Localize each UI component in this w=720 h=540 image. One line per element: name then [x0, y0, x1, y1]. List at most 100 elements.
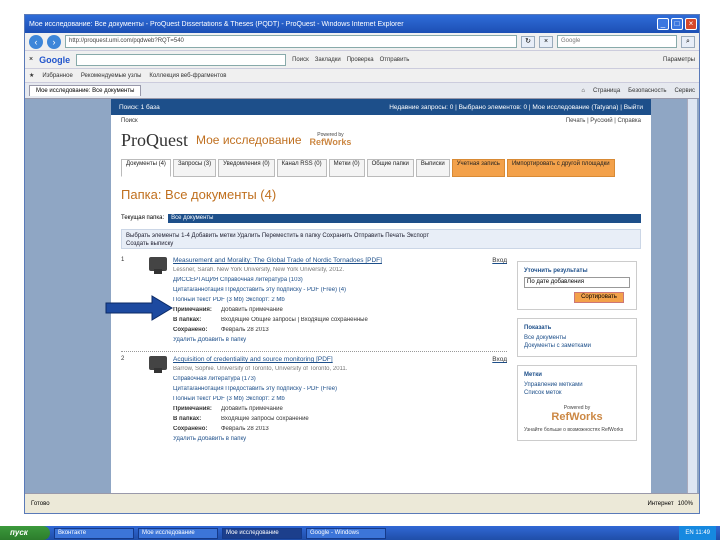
- action-links[interactable]: Выбрать элементы 1-4 Добавить метки Удал…: [126, 232, 636, 240]
- create-extract-link[interactable]: Создать выписку: [126, 240, 636, 248]
- favorites-star-icon[interactable]: ★: [29, 72, 34, 79]
- tab-shared[interactable]: Общие папки: [366, 159, 414, 177]
- add-folder-link[interactable]: Добавить в папку: [198, 436, 247, 442]
- browser-search-input[interactable]: Google: [557, 35, 677, 48]
- google-item-settings[interactable]: Параметры: [663, 57, 695, 63]
- item-inbox[interactable]: Вход: [492, 257, 507, 267]
- top-nav: Поиск: 1 база Недавние запросы: 0 | Выбр…: [111, 99, 651, 115]
- menu-page[interactable]: Страница: [593, 88, 620, 94]
- google-item-search[interactable]: Поиск: [292, 57, 309, 63]
- tags-box: Метки Управление метками Список меток Po…: [517, 365, 637, 441]
- item-title[interactable]: Measurement and Morality: The Global Tra…: [173, 257, 382, 267]
- proquest-logo: ProQuest: [121, 129, 188, 150]
- sidebar-link[interactable]: Список меток: [524, 389, 630, 397]
- favorite-item[interactable]: Коллекция веб-фрагментов: [149, 73, 226, 79]
- sort-box: Уточнить результаты По дате добавления С…: [517, 261, 637, 310]
- home-icon[interactable]: ⌂: [581, 88, 585, 94]
- google-item-bookmarks[interactable]: Закладки: [315, 57, 341, 63]
- window-title: Мое исследование: Все документы - ProQue…: [29, 20, 404, 28]
- tab-queries[interactable]: Запросы (3): [172, 159, 217, 177]
- sidebar-link[interactable]: Документы с заметками: [524, 342, 630, 350]
- add-note-link[interactable]: Добавить примечание: [221, 307, 283, 317]
- back-icon[interactable]: ‹: [29, 34, 43, 49]
- folder-label: Текущая папка:: [121, 215, 165, 221]
- zoom-level[interactable]: 100%: [678, 501, 693, 507]
- sort-button[interactable]: Сортировать: [574, 292, 624, 303]
- folder-select[interactable]: Все документы: [168, 213, 641, 223]
- start-button[interactable]: пуск: [0, 526, 50, 540]
- scrollbar[interactable]: [687, 99, 697, 493]
- task-button[interactable]: Google - Windows: [306, 527, 386, 539]
- tab-tags[interactable]: Метки (0): [328, 159, 365, 177]
- task-button[interactable]: Мое исследование: [222, 527, 302, 539]
- item-fulltext[interactable]: Полный текст PDF (3 Mb) Экспорт: 2 Mb: [173, 297, 507, 307]
- google-search-input[interactable]: [76, 53, 287, 66]
- taskbar: пуск Вконтакте Мое исследование Мое иссл…: [0, 526, 720, 540]
- action-bar: Выбрать элементы 1-4 Добавить метки Удал…: [121, 229, 641, 249]
- menu-tools[interactable]: Сервис: [674, 88, 695, 94]
- search-db-link[interactable]: Поиск: 1 база: [119, 104, 160, 111]
- dissertation-cap-icon: [149, 257, 167, 274]
- item-title[interactable]: Acquisition of credentiality and source …: [173, 356, 333, 366]
- dissertation-cap-icon: [149, 356, 167, 373]
- tab-extracts[interactable]: Выписки: [415, 159, 450, 177]
- close-toolbar-icon[interactable]: ×: [29, 56, 33, 63]
- help-links[interactable]: Печать | Русский | Справка: [566, 118, 641, 124]
- sidebar-link[interactable]: Все документы: [524, 334, 630, 342]
- proquest-page: Поиск: 1 база Недавние запросы: 0 | Выбр…: [111, 99, 651, 493]
- menu-security[interactable]: Безопасность: [628, 88, 666, 94]
- stop-icon[interactable]: ×: [539, 35, 553, 48]
- pointer-arrow-icon: [105, 295, 173, 321]
- zone-text: Интернет: [647, 500, 674, 507]
- browser-window: Мое исследование: Все документы - ProQue…: [24, 14, 700, 514]
- search-link[interactable]: Поиск: [121, 118, 138, 124]
- google-item-check[interactable]: Проверка: [347, 57, 374, 63]
- minimize-button[interactable]: _: [657, 18, 669, 30]
- item-inbox[interactable]: Вход: [492, 356, 507, 366]
- tab-account[interactable]: Учетная запись: [451, 159, 505, 177]
- tab-documents[interactable]: Документы (4): [121, 159, 171, 177]
- tab-import[interactable]: Импортировать с другой площадки: [506, 159, 615, 177]
- refworks-badge: Powered by RefWorks: [551, 405, 603, 423]
- google-logo: Google: [39, 54, 71, 65]
- refresh-icon[interactable]: ↻: [521, 35, 535, 48]
- delete-link[interactable]: Удалить: [173, 436, 196, 442]
- task-button[interactable]: Мое исследование: [138, 527, 218, 539]
- item-saved-date: Февраль 28 2013: [221, 426, 269, 432]
- forward-icon[interactable]: ›: [47, 34, 61, 49]
- address-bar: ‹ › http://proquest.umi.com/pqdweb?RQT=5…: [25, 33, 699, 51]
- page-title: Мое исследование: [196, 133, 302, 147]
- status-text: Готово: [31, 500, 50, 507]
- address-input[interactable]: http://proquest.umi.com/pqdweb?RQT=540: [65, 35, 517, 48]
- refworks-info[interactable]: Узнайте больше о возможностях RefWorks: [524, 427, 630, 434]
- task-button[interactable]: Вконтакте: [54, 527, 134, 539]
- add-note-link[interactable]: Добавить примечание: [221, 406, 283, 416]
- list-item: 1 Measurement and Morality: The Global T…: [121, 253, 507, 347]
- maximize-button[interactable]: □: [671, 18, 683, 30]
- item-type[interactable]: Справочная литература (173): [173, 376, 507, 386]
- sidebar: Уточнить результаты По дате добавления С…: [517, 253, 637, 446]
- tab-rss[interactable]: Канал RSS (0): [276, 159, 327, 177]
- item-type[interactable]: ДИССЕРТАЦИЯ Справочная литература (103): [173, 277, 507, 287]
- favorite-item[interactable]: Рекомендуемые узлы: [81, 73, 142, 79]
- delete-link[interactable]: Удалить: [173, 337, 196, 343]
- close-button[interactable]: ×: [685, 18, 697, 30]
- add-folder-link[interactable]: Добавить в папку: [198, 337, 247, 343]
- browser-tab[interactable]: Мое исследование: Все документы: [29, 85, 142, 96]
- item-fulltext[interactable]: Полный текст PDF (3 Mb) Экспорт: 2 Mb: [173, 396, 507, 406]
- google-item-send[interactable]: Отправить: [380, 57, 410, 63]
- tab-alerts[interactable]: Уведомления (0): [218, 159, 275, 177]
- title-bar: Мое исследование: Все документы - ProQue…: [25, 15, 699, 33]
- sidebar-link[interactable]: Управление метками: [524, 381, 630, 389]
- item-meta: Barrow, Sophie. University of Toronto, U…: [173, 366, 348, 372]
- item-abstract[interactable]: Цитата/аннотация Предоставить эту подпис…: [173, 287, 507, 297]
- search-icon[interactable]: ⌕: [681, 35, 695, 48]
- top-nav-links[interactable]: Недавние запросы: 0 | Выбрано элементов:…: [389, 104, 643, 111]
- item-saved-date: Февраль 28 2013: [221, 327, 269, 333]
- system-tray: EN 11:49: [679, 526, 716, 540]
- show-box: Показать Все документы Документы с замет…: [517, 318, 637, 357]
- item-number[interactable]: 2: [121, 356, 143, 446]
- item-abstract[interactable]: Цитата/аннотация Предоставить эту подпис…: [173, 386, 507, 396]
- sort-select[interactable]: По дате добавления: [524, 277, 630, 288]
- favorite-item[interactable]: Избранное: [42, 73, 72, 79]
